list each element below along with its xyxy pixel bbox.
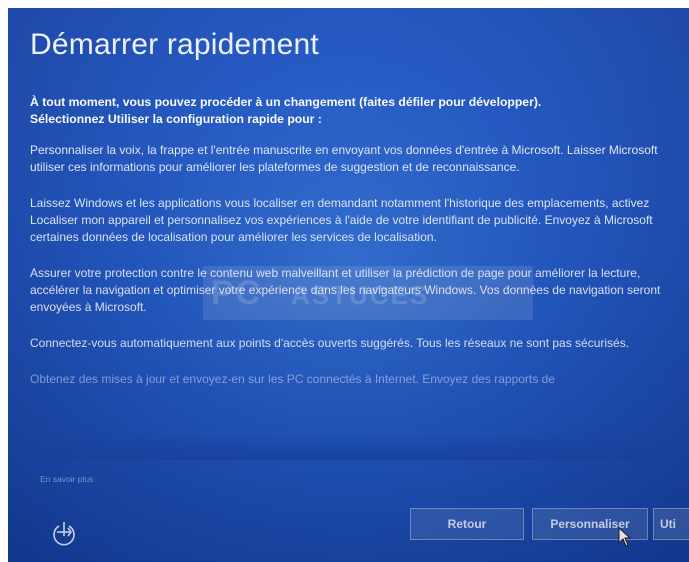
paragraph-updates: Obtenez des mises à jour et envoyez-en s… [30, 372, 555, 386]
setup-screen: Démarrer rapidement À tout moment, vous … [8, 8, 689, 562]
intro-line-2: Sélectionnez Utiliser la configuration r… [30, 112, 322, 126]
paragraph-location: Laissez Windows et les applications vous… [30, 196, 653, 244]
paragraph-speech: Personnaliser la voix, la frappe et l'en… [30, 143, 658, 174]
use-express-settings-button[interactable]: Uti [653, 508, 689, 540]
back-button[interactable]: Retour [410, 508, 524, 540]
ease-of-access-icon[interactable] [50, 518, 78, 546]
scroll-fade [30, 434, 670, 460]
intro-line-1: À tout moment, vous pouvez procéder à un… [30, 95, 542, 109]
intro-text: À tout moment, vous pouvez procéder à un… [30, 94, 670, 128]
mouse-pointer-icon [618, 527, 632, 547]
watermark-right: ASTUCES [291, 280, 430, 310]
page-title: Démarrer rapidement [30, 28, 319, 61]
paragraph-wifi: Connectez-vous automatiquement aux point… [30, 336, 630, 350]
learn-more-link[interactable]: En savoir plus [40, 474, 93, 484]
watermark-left: PC [211, 274, 263, 312]
watermark: PC ASTUCES [203, 266, 533, 320]
